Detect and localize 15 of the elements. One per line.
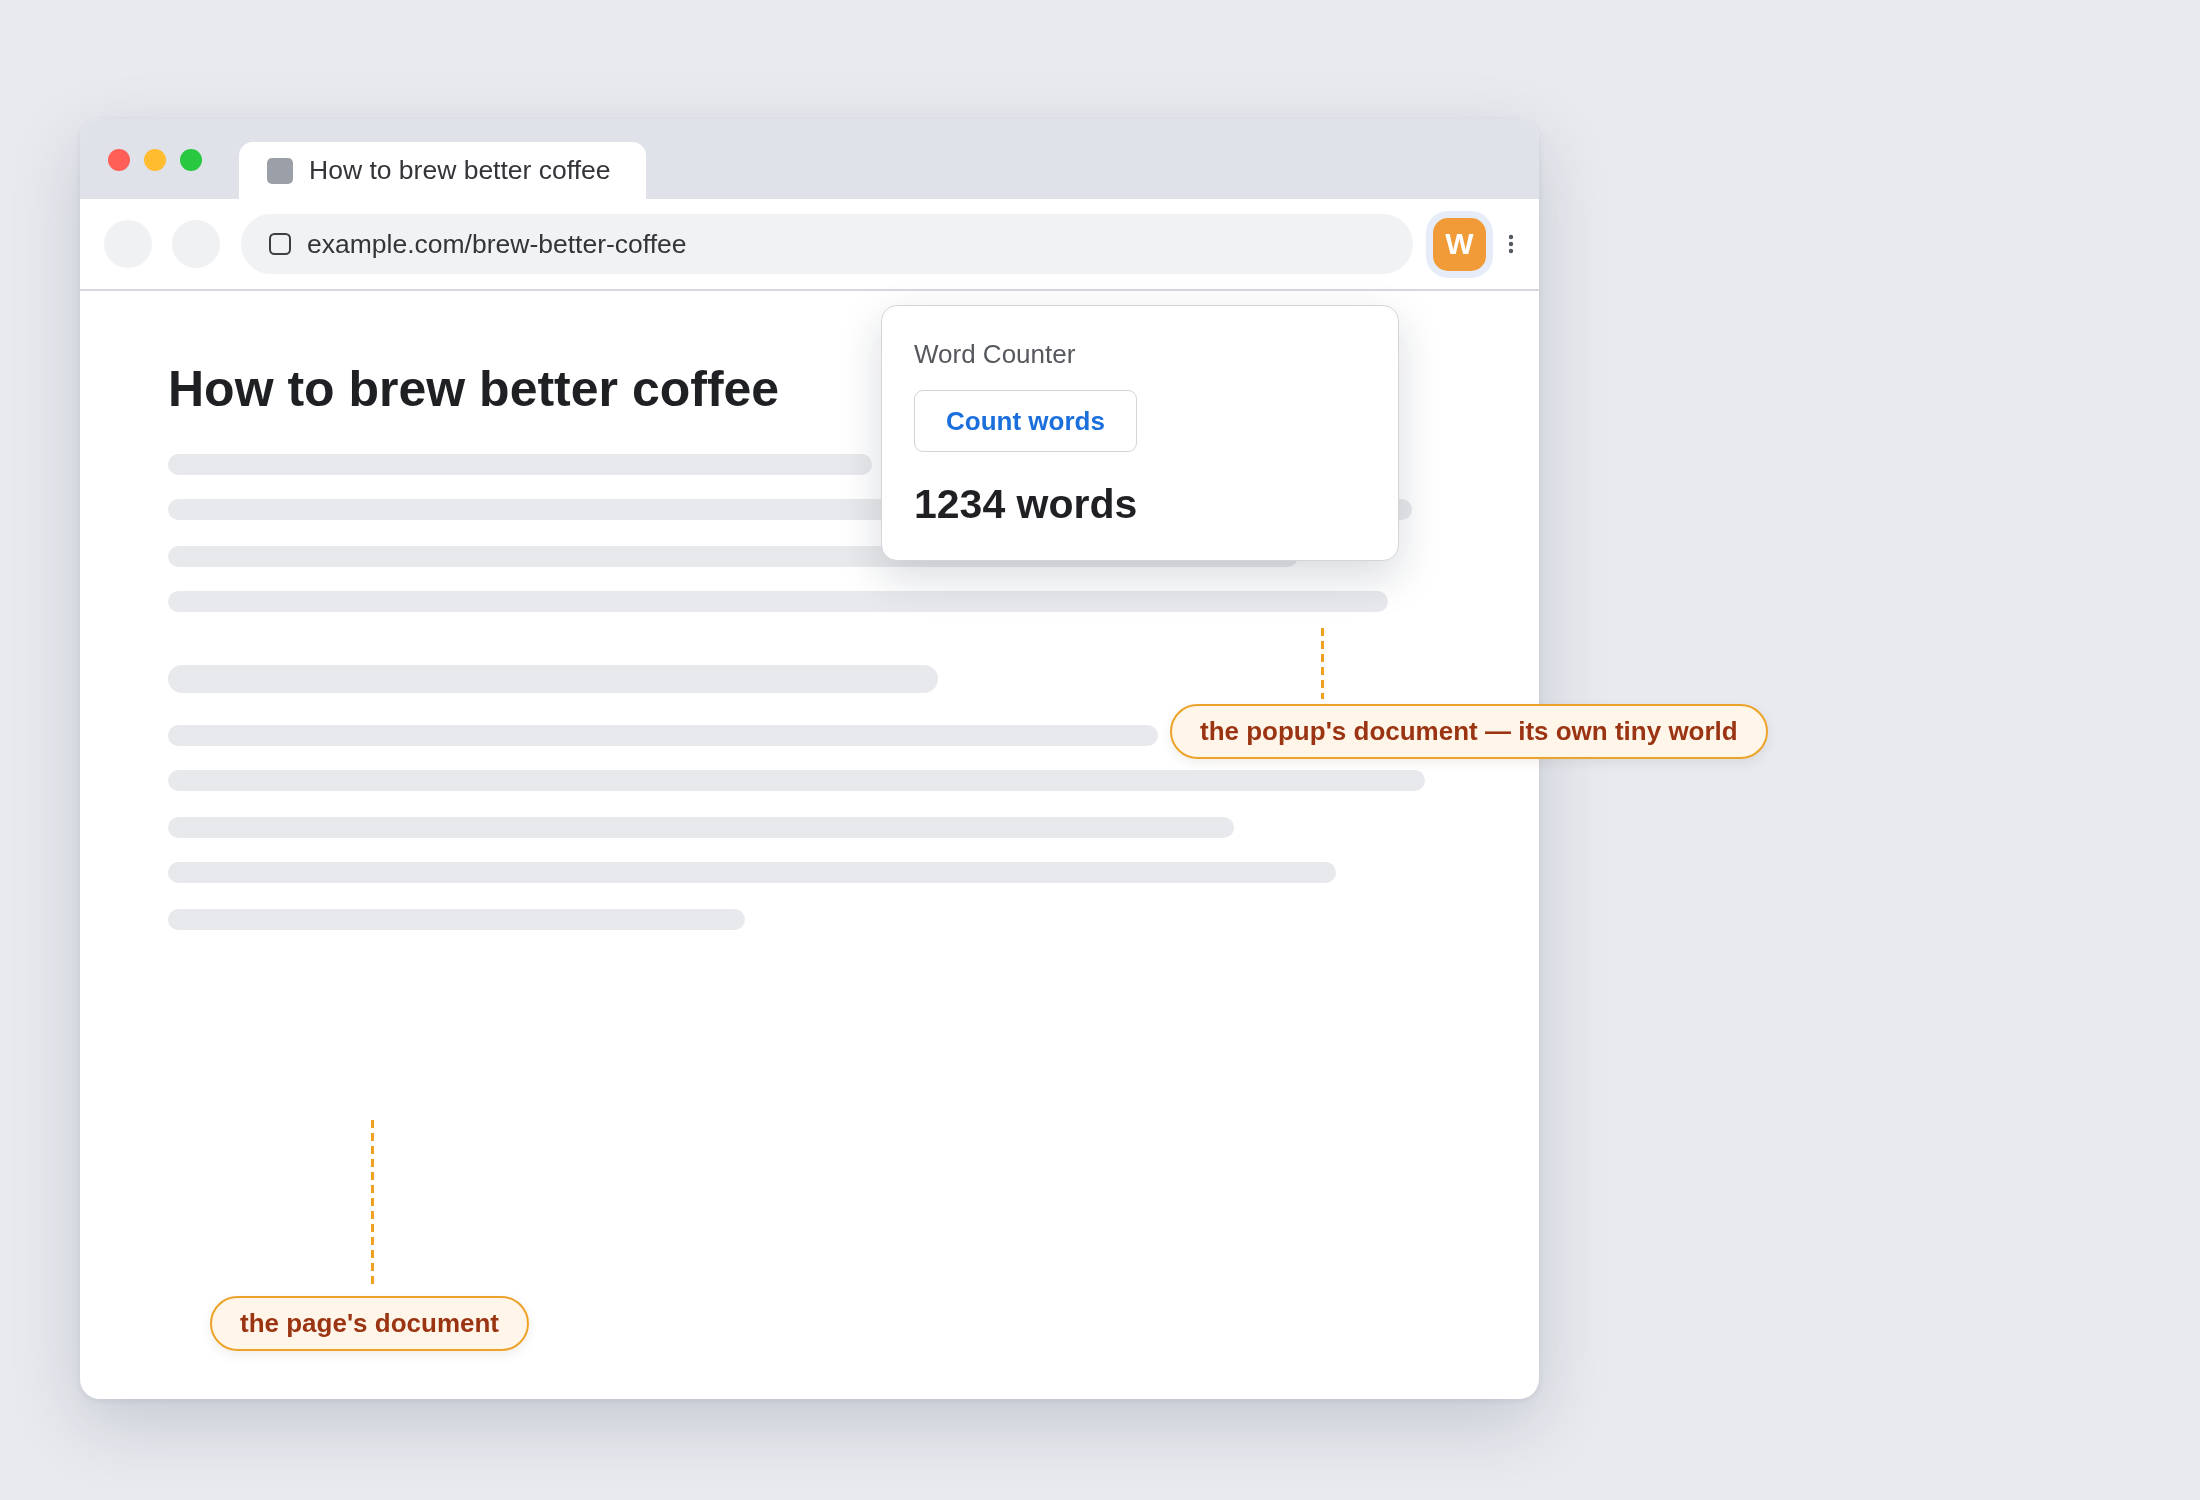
window-close-icon[interactable]	[108, 149, 130, 171]
word-count: 1234 words	[914, 484, 1138, 525]
callout-label: the page's document	[210, 1296, 529, 1351]
browser-tab[interactable]: How to brew better coffee	[239, 142, 647, 199]
callout-label: the popup's document — its own tiny world	[1170, 704, 1768, 759]
count-words-button[interactable]: Count words	[914, 390, 1137, 452]
window-maximize-icon[interactable]	[180, 149, 202, 171]
leader-line	[1321, 628, 1324, 699]
page-icon	[269, 233, 291, 255]
kebab-menu-icon[interactable]	[1508, 234, 1514, 254]
popup-title: Word Counter	[914, 341, 1076, 367]
address-bar[interactable]: example.com/brew-better-coffee	[241, 214, 1413, 274]
window-minimize-icon[interactable]	[144, 149, 166, 171]
page-heading: How to brew better coffee	[168, 364, 780, 414]
favicon-icon	[267, 157, 293, 184]
